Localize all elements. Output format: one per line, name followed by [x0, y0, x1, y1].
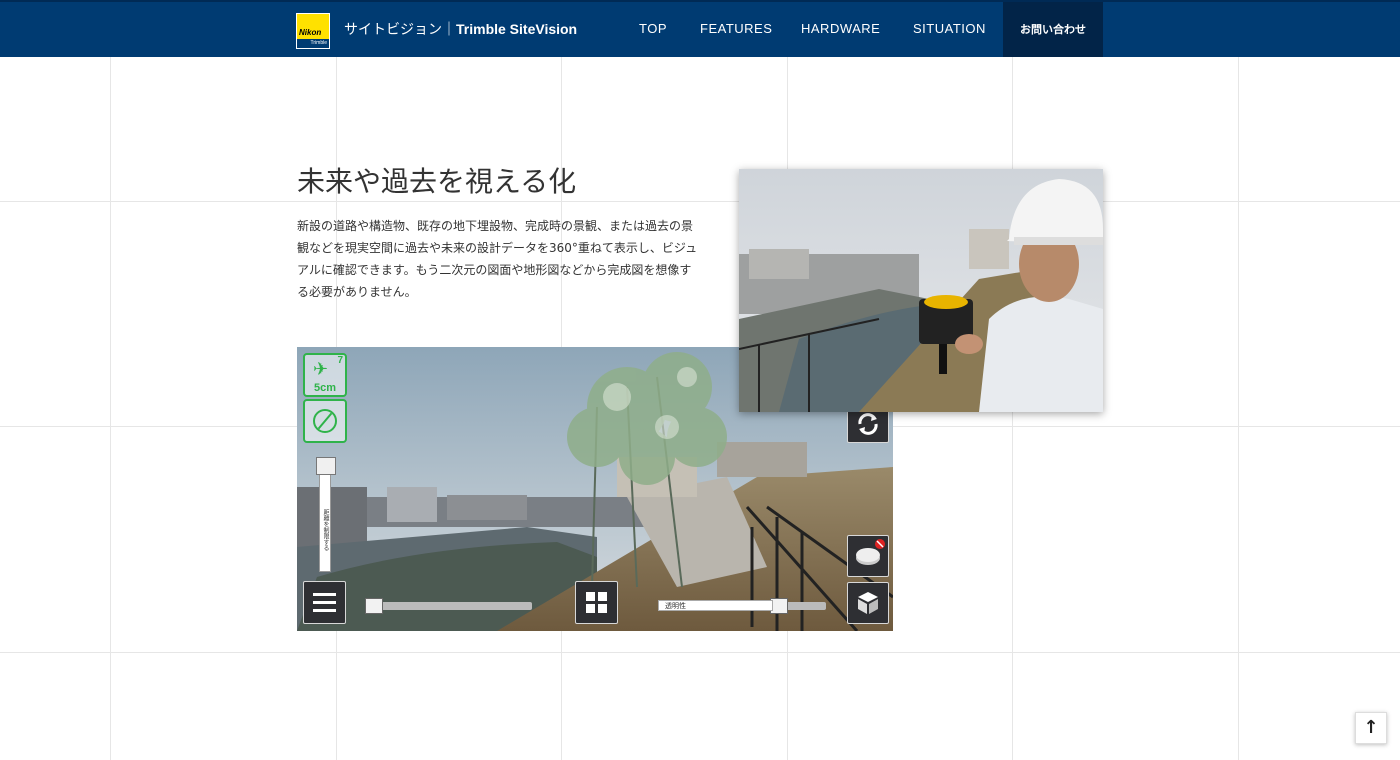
- surveyor-photo: [739, 169, 1103, 412]
- distance-limit-slider[interactable]: 距離を制限する: [316, 457, 336, 572]
- nav-features[interactable]: FEATURES: [700, 21, 772, 36]
- level-button[interactable]: [847, 535, 889, 577]
- gps-accuracy: 5cm: [313, 382, 337, 394]
- logo-trimble-text: Trimble: [297, 39, 329, 48]
- gps-status-button[interactable]: ✈ 7 5cm: [303, 353, 347, 397]
- hamburger-icon: [313, 593, 336, 612]
- transparency-label: 透明性: [658, 600, 773, 611]
- logo-nikon-text: Nikon: [299, 28, 322, 37]
- top-navigation-bar: Nikon Trimble サイトビジョン｜Trimble SiteVision…: [0, 0, 1400, 57]
- nav-hardware[interactable]: HARDWARE: [801, 21, 880, 36]
- distance-slider-label: 距離を制限する: [322, 509, 329, 551]
- grid-icon: [586, 592, 607, 613]
- distance-slider-thumb[interactable]: [316, 457, 336, 475]
- back-to-top-button[interactable]: ↑: [1355, 712, 1387, 744]
- surveyor-photo-image: [739, 169, 1103, 412]
- cube-icon: [858, 592, 878, 614]
- section-heading: 未来や過去を視える化: [297, 165, 577, 198]
- grid-view-button[interactable]: [575, 581, 618, 624]
- nav-top[interactable]: TOP: [639, 21, 667, 36]
- satellite-icon: ✈: [313, 359, 329, 380]
- site-title-en: Trimble SiteVision: [456, 21, 578, 37]
- level-icon: [856, 539, 885, 565]
- site-title[interactable]: サイトビジョン｜Trimble SiteVision: [344, 19, 577, 39]
- contact-button[interactable]: お問い合わせ: [1003, 2, 1103, 57]
- time-slider[interactable]: [365, 598, 532, 614]
- satellite-count: 7: [337, 355, 343, 366]
- site-title-jp: サイトビジョン｜: [344, 22, 456, 38]
- nikon-trimble-logo[interactable]: Nikon Trimble: [296, 13, 330, 49]
- section-description: 新設の道路や構造物、既存の地下埋設物、完成時の景観、または過去の景観などを現実空…: [297, 219, 698, 299]
- compass-button[interactable]: [303, 399, 347, 443]
- nav-situation[interactable]: SITUATION: [913, 21, 986, 36]
- menu-button[interactable]: [303, 581, 346, 624]
- time-slider-thumb[interactable]: [365, 598, 383, 614]
- 3d-model-button[interactable]: [847, 582, 889, 624]
